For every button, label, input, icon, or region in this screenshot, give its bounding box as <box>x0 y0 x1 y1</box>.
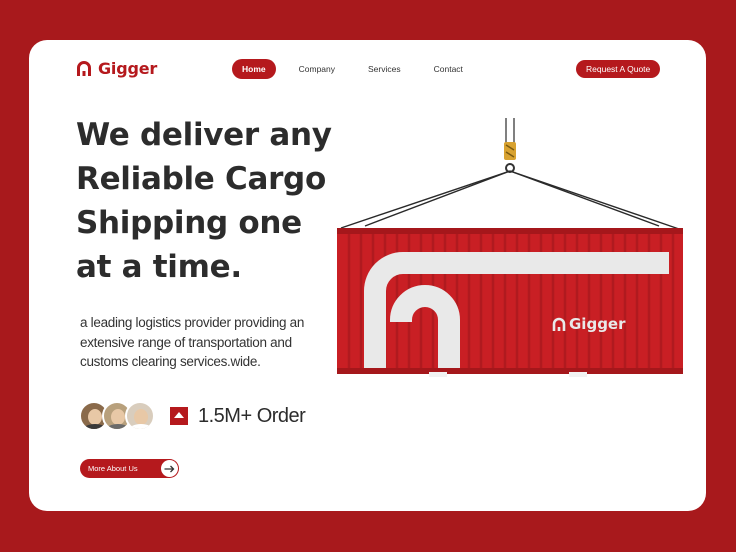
crane-hook-icon <box>504 142 516 160</box>
nav-contact[interactable]: Contact <box>424 59 473 79</box>
customer-avatars <box>79 401 155 431</box>
avatar <box>125 401 155 431</box>
hero-description: a leading logistics provider providing a… <box>80 315 305 369</box>
headline-line-1: We deliver any <box>76 117 332 153</box>
cargo-container <box>337 228 683 377</box>
order-icon <box>170 407 188 425</box>
order-stats: 1.5M+ Order <box>79 401 306 431</box>
more-about-us-button[interactable]: More About Us <box>80 459 179 478</box>
nav-services[interactable]: Services <box>358 59 411 79</box>
arrow-right-icon <box>161 460 178 477</box>
gigger-logo-icon <box>77 60 91 76</box>
headline-line-4: at a time. <box>76 249 242 285</box>
shipping-container-illustration: Gigger <box>337 118 683 377</box>
sling-rope <box>364 170 511 227</box>
hero-headline: We deliver any Reliable Cargo Shipping o… <box>76 113 336 289</box>
container-brand-text: Gigger <box>569 315 626 333</box>
sling-rope <box>509 170 660 227</box>
nav-company[interactable]: Company <box>289 59 345 79</box>
sling-rope <box>340 170 511 229</box>
hero-card: Gigger Home Company Services Contact Req… <box>29 40 706 511</box>
nav-home[interactable]: Home <box>232 59 276 79</box>
headline-line-2: Reliable Cargo <box>76 161 326 197</box>
more-about-us-label: More About Us <box>88 464 138 473</box>
brand-logo[interactable]: Gigger <box>76 59 157 78</box>
order-count: 1.5M+ Order <box>198 404 306 427</box>
headline-line-3: Shipping one <box>76 205 302 241</box>
main-nav: Home Company Services Contact <box>232 59 486 79</box>
brand-name: Gigger <box>98 59 158 78</box>
request-quote-button[interactable]: Request A Quote <box>576 60 661 78</box>
